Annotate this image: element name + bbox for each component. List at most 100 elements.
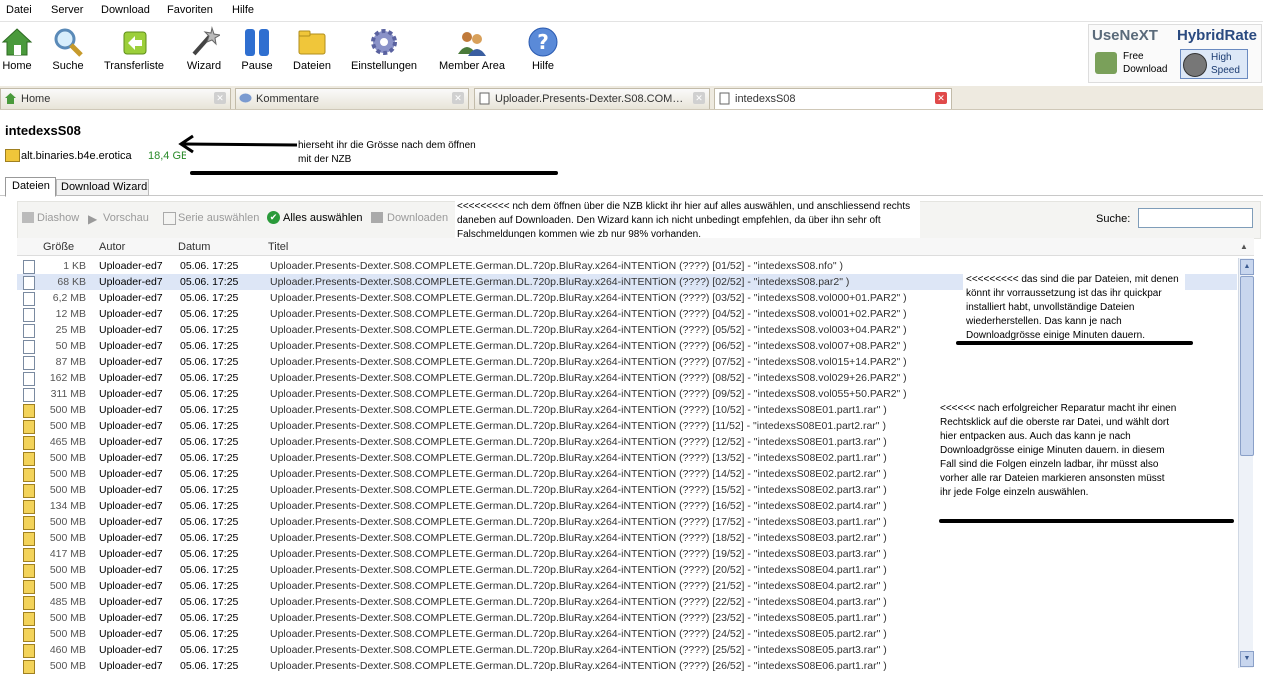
cell-title: Uploader.Presents-Dexter.S08.COMPLETE.Ge… xyxy=(270,628,887,640)
cell-size: 1 KB xyxy=(63,260,86,272)
menu-datei[interactable]: Datei xyxy=(6,4,32,16)
annotation-underline xyxy=(956,341,1193,345)
member-area-button[interactable]: Member Area xyxy=(439,26,505,72)
usenext-logo: UseNeXT xyxy=(1092,27,1158,44)
cell-date: 05.06. 17:25 xyxy=(180,660,239,672)
menu-favoriten[interactable]: Favoriten xyxy=(167,4,213,16)
tab-bar: Home ✕ Kommentare ✕ Uploader.Presents-De… xyxy=(0,86,1263,110)
cell-author: Uploader-ed7 xyxy=(99,532,163,544)
cell-size: 500 MB xyxy=(49,660,86,672)
home-button[interactable]: Home xyxy=(0,26,34,72)
cell-title: Uploader.Presents-Dexter.S08.COMPLETE.Ge… xyxy=(270,292,907,304)
image-icon xyxy=(22,212,34,223)
table-row[interactable]: 500 MB Uploader-ed7 05.06. 17:25 Uploader.P… xyxy=(17,578,1237,594)
column-author[interactable]: Autor xyxy=(99,241,125,253)
free-download-option[interactable]: Free Download xyxy=(1093,49,1173,77)
cell-author: Uploader-ed7 xyxy=(99,612,163,624)
cell-author: Uploader-ed7 xyxy=(99,420,163,432)
cell-date: 05.06. 17:25 xyxy=(180,628,239,640)
cell-author: Uploader-ed7 xyxy=(99,404,163,416)
help-icon: ? xyxy=(527,26,559,58)
cell-author: Uploader-ed7 xyxy=(99,292,163,304)
table-row[interactable]: 500 MB Uploader-ed7 05.06. 17:25 Uploader.P… xyxy=(17,626,1237,642)
cell-size: 500 MB xyxy=(49,532,86,544)
cell-size: 87 MB xyxy=(55,356,86,368)
cell-author: Uploader-ed7 xyxy=(99,660,163,672)
close-icon[interactable]: ✕ xyxy=(214,92,226,104)
home-icon xyxy=(1,26,33,58)
cell-title: Uploader.Presents-Dexter.S08.COMPLETE.Ge… xyxy=(270,516,887,528)
tab-comments[interactable]: Kommentare ✕ xyxy=(235,88,469,109)
table-row[interactable]: 500 MB Uploader-ed7 05.06. 17:25 Uploader.P… xyxy=(17,658,1237,674)
annotation-rar-files: <<<<<< nach erfolgreicher Reparatur mach… xyxy=(937,401,1178,513)
tab-home[interactable]: Home ✕ xyxy=(0,88,231,109)
search-button[interactable]: Suche xyxy=(51,26,85,72)
column-title[interactable]: Titel xyxy=(268,241,288,253)
menu-hilfe[interactable]: Hilfe xyxy=(232,4,254,16)
menu-server[interactable]: Server xyxy=(51,4,83,16)
cell-title: Uploader.Presents-Dexter.S08.COMPLETE.Ge… xyxy=(270,436,887,448)
tab-download-wizard[interactable]: Download Wizard xyxy=(56,179,149,196)
folder-icon xyxy=(5,149,20,162)
table-row[interactable]: 311 MB Uploader-ed7 05.06. 17:25 Uploader.P… xyxy=(17,386,1237,402)
cell-author: Uploader-ed7 xyxy=(99,388,163,400)
cell-title: Uploader.Presents-Dexter.S08.COMPLETE.Ge… xyxy=(270,596,887,608)
high-speed-option[interactable]: High Speed xyxy=(1180,49,1248,79)
pause-button[interactable]: Pause xyxy=(240,26,274,72)
search-input[interactable] xyxy=(1138,208,1253,228)
column-size[interactable]: Größe xyxy=(43,241,74,253)
hybridrate-panel: UseNeXT HybridRate Free Download High Sp… xyxy=(1088,24,1262,83)
close-icon[interactable]: ✕ xyxy=(693,92,705,104)
scroll-down-icon[interactable]: ▼ xyxy=(1240,651,1254,667)
table-row[interactable]: 500 MB Uploader-ed7 05.06. 17:25 Uploader.P… xyxy=(17,562,1237,578)
cell-title: Uploader.Presents-Dexter.S08.COMPLETE.Ge… xyxy=(270,324,907,336)
cell-date: 05.06. 17:25 xyxy=(180,308,239,320)
scroll-thumb[interactable] xyxy=(1240,276,1254,456)
cell-size: 12 MB xyxy=(55,308,86,320)
cell-author: Uploader-ed7 xyxy=(99,452,163,464)
menu-download[interactable]: Download xyxy=(101,4,150,16)
cell-date: 05.06. 17:25 xyxy=(180,436,239,448)
tab-uploader[interactable]: Uploader.Presents-Dexter.S08.COM… ✕ xyxy=(474,88,710,109)
scrollbar[interactable]: ▲ ▼ xyxy=(1238,258,1254,668)
cell-author: Uploader-ed7 xyxy=(99,356,163,368)
cell-date: 05.06. 17:25 xyxy=(180,356,239,368)
files-button[interactable]: Dateien xyxy=(292,26,332,72)
cell-author: Uploader-ed7 xyxy=(99,436,163,448)
cell-title: Uploader.Presents-Dexter.S08.COMPLETE.Ge… xyxy=(270,276,850,288)
hybridrate-logo: HybridRate xyxy=(1177,27,1258,44)
folder-icon xyxy=(296,26,328,58)
cell-size: 465 MB xyxy=(49,436,86,448)
transfer-list-button[interactable]: Transferliste xyxy=(103,26,165,72)
table-row[interactable]: 500 MB Uploader-ed7 05.06. 17:25 Uploader.P… xyxy=(17,530,1237,546)
annotation-underline xyxy=(939,519,1234,523)
cell-date: 05.06. 17:25 xyxy=(180,580,239,592)
table-row[interactable]: 460 MB Uploader-ed7 05.06. 17:25 Uploader.P… xyxy=(17,642,1237,658)
home-icon xyxy=(4,92,17,105)
help-button[interactable]: ? Hilfe xyxy=(526,26,560,72)
table-row[interactable]: 500 MB Uploader-ed7 05.06. 17:25 Uploader.P… xyxy=(17,610,1237,626)
cell-date: 05.06. 17:25 xyxy=(180,372,239,384)
tab-dateien[interactable]: Dateien xyxy=(5,177,56,197)
cell-author: Uploader-ed7 xyxy=(99,596,163,608)
table-row[interactable]: 162 MB Uploader-ed7 05.06. 17:25 Uploader.P… xyxy=(17,370,1237,386)
table-row[interactable]: 417 MB Uploader-ed7 05.06. 17:25 Uploader.P… xyxy=(17,546,1237,562)
cell-date: 05.06. 17:25 xyxy=(180,324,239,336)
cell-size: 460 MB xyxy=(49,644,86,656)
table-row[interactable]: 485 MB Uploader-ed7 05.06. 17:25 Uploader.P… xyxy=(17,594,1237,610)
settings-button[interactable]: Einstellungen xyxy=(351,26,417,72)
table-row[interactable]: 87 MB Uploader-ed7 05.06. 17:25 Uploader.Pr… xyxy=(17,354,1237,370)
cell-title: Uploader.Presents-Dexter.S08.COMPLETE.Ge… xyxy=(270,484,887,496)
column-date[interactable]: Datum xyxy=(178,241,210,253)
sort-up-icon[interactable]: ▲ xyxy=(1240,242,1248,251)
cell-author: Uploader-ed7 xyxy=(99,644,163,656)
scroll-up-icon[interactable]: ▲ xyxy=(1240,259,1254,275)
close-icon[interactable]: ✕ xyxy=(935,92,947,104)
close-icon[interactable]: ✕ xyxy=(452,92,464,104)
cell-size: 485 MB xyxy=(49,596,86,608)
wizard-button[interactable]: Wizard xyxy=(186,26,222,72)
cell-title: Uploader.Presents-Dexter.S08.COMPLETE.Ge… xyxy=(270,580,887,592)
cell-date: 05.06. 17:25 xyxy=(180,516,239,528)
tab-intedexss08[interactable]: intedexsS08 ✕ xyxy=(714,88,952,109)
cell-title: Uploader.Presents-Dexter.S08.COMPLETE.Ge… xyxy=(270,660,887,672)
